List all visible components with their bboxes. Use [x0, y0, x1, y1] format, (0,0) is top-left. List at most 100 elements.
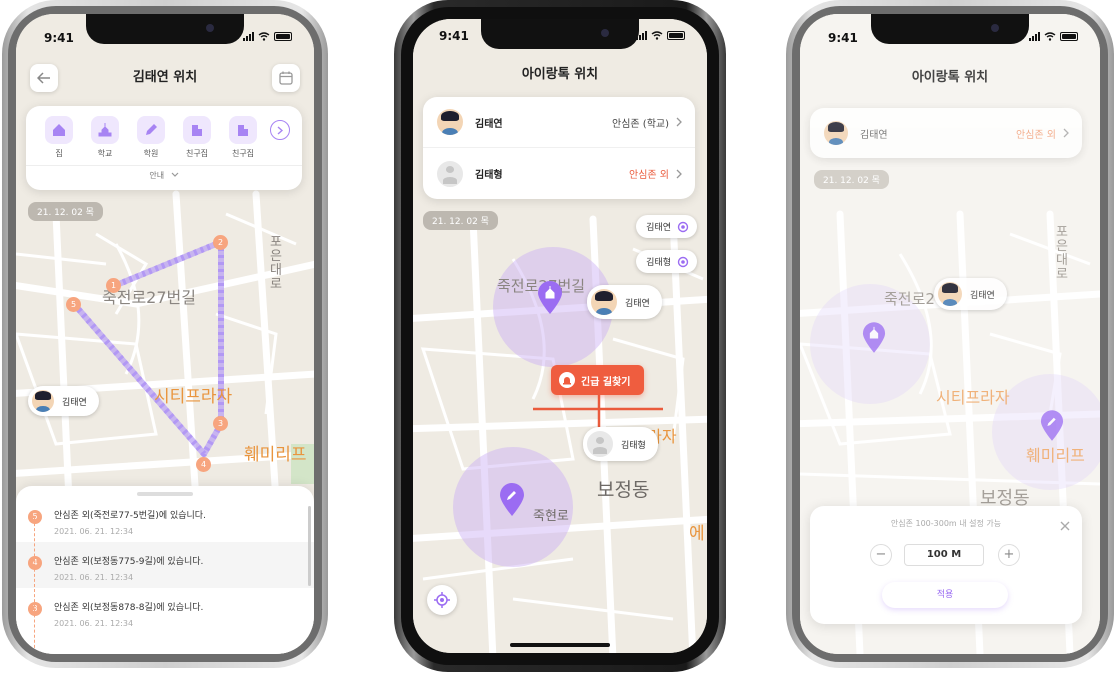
map-label-edge: 에 — [689, 524, 705, 544]
avatar — [936, 280, 964, 308]
route-point-1[interactable]: 1 — [106, 278, 121, 293]
siren-icon — [559, 372, 575, 388]
calendar-button[interactable] — [272, 64, 300, 92]
chevron-right-icon — [676, 117, 682, 127]
history-text: 안심존 외(죽전로77-5번길)에 있습니다. — [54, 511, 206, 521]
child-row-card[interactable]: 김태연 안심존 외 — [810, 108, 1082, 158]
category-label: 친구집 — [185, 149, 209, 158]
screen-safezone-setting: 9:41 아이랑톡 위치 김태연 안심존 외 21. 12. 02 목 죽전로2… — [800, 14, 1100, 654]
status-time: 9:41 — [44, 31, 74, 45]
child-marker-name: 김태형 — [621, 440, 646, 451]
guide-label: 안내 — [149, 171, 165, 180]
pencil-icon — [146, 124, 157, 135]
emergency-route-button[interactable]: 긴급 길찾기 — [551, 365, 645, 395]
history-item[interactable]: 4 안심존 외(보정동775-9길)에 있습니다. 2021. 06. 21. … — [16, 542, 314, 588]
route-point-5[interactable]: 5 — [66, 297, 81, 312]
map-label-road-vertical: 포은대로 — [1056, 225, 1068, 282]
wifi-icon — [651, 31, 663, 40]
map-label-dong: 보정동 — [597, 479, 650, 501]
pill-name: 김태연 — [646, 223, 671, 233]
screen-route-history: 9:41 김태연 위치 집 학교 학원 친구집 친구집 안내 21. 12. 0… — [16, 14, 314, 654]
map-label-plaza: 시티프라자 — [154, 387, 233, 407]
nav-bar: 아이랑톡 위치 — [800, 58, 1100, 98]
my-location-button[interactable] — [427, 585, 457, 615]
category-item-friend-house-2[interactable]: 친구집 — [220, 116, 266, 159]
academy-pin-icon[interactable] — [499, 483, 525, 517]
history-number-badge: 5 — [28, 510, 42, 524]
children-list-card: 김태연 안심존 (학교) 김태형 안심존 외 — [423, 97, 695, 199]
page-title: 아이랑톡 위치 — [521, 67, 599, 82]
child-status-alert: 안심존 외 — [1016, 129, 1056, 141]
increase-button[interactable]: + — [998, 544, 1020, 566]
category-item-friend-house-1[interactable]: 친구집 — [174, 116, 220, 159]
category-item-academy[interactable]: 학원 — [128, 116, 174, 159]
route-point-3[interactable]: 3 — [213, 416, 228, 431]
guide-toggle[interactable]: 안내 — [26, 170, 302, 181]
building-icon — [192, 125, 202, 136]
date-chip: 21. 12. 02 목 — [423, 211, 498, 230]
child-marker[interactable]: 김태연 — [934, 278, 1007, 310]
category-label: 학교 — [97, 149, 113, 158]
child-row[interactable]: 김태연 안심존 (학교) — [423, 97, 695, 148]
route-point-4[interactable]: 4 — [196, 457, 211, 472]
route-point-2[interactable]: 2 — [213, 235, 228, 250]
chevron-right-icon — [277, 125, 283, 135]
map-label-road: 죽전로2 — [884, 290, 935, 308]
map-label-road-vertical: 포은대로 — [270, 235, 282, 292]
date-chip: 21. 12. 02 목 — [814, 170, 889, 189]
map-label-store: 훼미리프 — [244, 445, 307, 465]
history-number-badge: 3 — [28, 602, 42, 616]
child-marker[interactable]: 김태형 — [583, 427, 658, 461]
arrow-left-icon — [37, 72, 50, 84]
scrollbar[interactable] — [308, 506, 311, 586]
child-row[interactable]: 김태형 안심존 외 — [423, 148, 695, 199]
avatar — [589, 287, 619, 317]
avatar-placeholder — [585, 429, 615, 459]
notch — [871, 14, 1029, 44]
status-icons — [1029, 32, 1078, 41]
building-icon — [238, 125, 248, 136]
history-time: 2021. 06. 21. 12:34 — [54, 619, 134, 628]
history-sheet: 5 안심존 외(죽전로77-5번길)에 있습니다. 2021. 06. 21. … — [16, 486, 314, 654]
pill-name: 김태형 — [646, 258, 671, 268]
status-time: 9:41 — [828, 31, 858, 45]
locate-child-pill[interactable]: 김태연 — [636, 215, 697, 238]
decrease-button[interactable]: − — [870, 544, 892, 566]
history-item[interactable]: 5 안심존 외(죽전로77-5번길)에 있습니다. 2021. 06. 21. … — [16, 496, 314, 542]
category-item-school[interactable]: 학교 — [82, 116, 128, 159]
apply-button[interactable]: 적용 — [882, 582, 1008, 608]
locate-child-pill[interactable]: 김태형 — [636, 250, 697, 273]
category-card: 집 학교 학원 친구집 친구집 안내 — [26, 106, 302, 190]
back-button[interactable] — [30, 64, 58, 92]
page-title: 김태연 위치 — [132, 70, 198, 85]
child-name: 김태형 — [475, 170, 503, 181]
child-status: 안심존 (학교) — [612, 118, 669, 130]
child-marker[interactable]: 김태연 — [587, 285, 662, 319]
school-pin-icon[interactable] — [862, 322, 886, 354]
school-icon — [98, 123, 112, 137]
notch — [481, 19, 639, 49]
map-label-road2: 죽현로 — [533, 509, 569, 524]
home-indicator — [510, 643, 610, 647]
category-item-home[interactable]: 집 — [36, 116, 82, 159]
child-marker-name: 김태연 — [62, 397, 87, 408]
close-icon — [1060, 521, 1070, 531]
chevron-right-icon — [676, 169, 682, 178]
crosshair-icon — [434, 592, 450, 608]
phone-frame-2: 9:41 아이랑톡 위치 김태연 안심존 (학교) 김태형 안심존 외 21. … — [394, 0, 726, 672]
child-status-alert: 안심존 외 — [629, 170, 669, 181]
nav-bar: 김태연 위치 — [16, 58, 314, 98]
battery-icon — [667, 31, 685, 40]
avatar — [30, 388, 56, 414]
category-next-button[interactable] — [270, 120, 290, 140]
avatar — [822, 119, 850, 147]
close-button[interactable] — [1060, 516, 1070, 535]
status-icons — [636, 31, 685, 40]
child-marker[interactable]: 김태연 — [28, 386, 99, 416]
school-pin-icon[interactable] — [537, 281, 563, 315]
academy-pin-icon[interactable] — [1040, 410, 1064, 442]
radius-value-field[interactable]: 100 M — [904, 544, 984, 566]
history-item[interactable]: 3 안심존 외(보정동878-8길)에 있습니다. 2021. 06. 21. … — [16, 588, 314, 634]
home-icon — [53, 124, 65, 136]
target-icon — [677, 221, 689, 232]
